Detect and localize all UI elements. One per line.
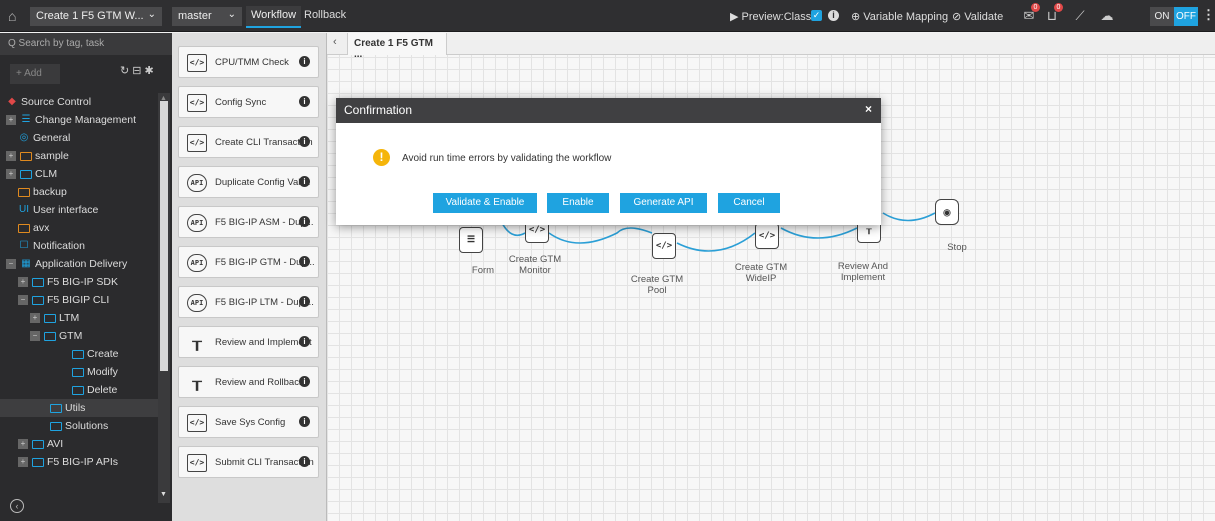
dialog-title: Confirmation: [344, 103, 413, 117]
dialog-header: Confirmation ×: [336, 98, 881, 123]
modal-overlay: [0, 0, 1215, 521]
dialog-message: Avoid run time errors by validating the …: [402, 153, 612, 164]
enable-button[interactable]: Enable: [547, 193, 609, 213]
generate-api-button[interactable]: Generate API: [620, 193, 707, 213]
warning-icon: !: [373, 149, 390, 166]
validate-enable-button[interactable]: Validate & Enable: [433, 193, 537, 213]
confirmation-dialog: Confirmation × ! Avoid run time errors b…: [336, 98, 881, 225]
cancel-button[interactable]: Cancel: [718, 193, 780, 213]
close-icon[interactable]: ×: [865, 102, 872, 116]
